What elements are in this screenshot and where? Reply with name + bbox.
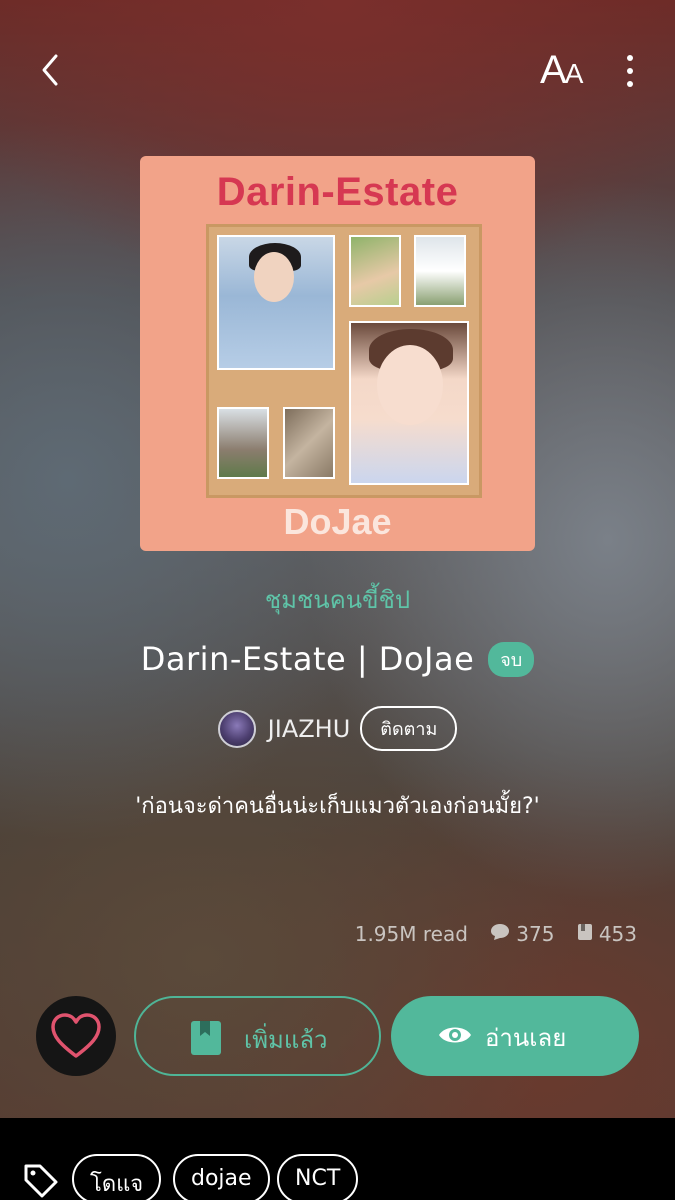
follow-button[interactable]: ติดตาม <box>360 706 458 751</box>
cover-subtitle-text: DoJae <box>283 501 392 542</box>
status-badge: จบ <box>488 641 535 677</box>
tag-chip[interactable]: dojae <box>173 1154 270 1200</box>
bookmark-icon <box>191 1021 221 1055</box>
author-name[interactable]: JIAZHU <box>268 715 351 743</box>
library-count: 453 <box>598 921 637 946</box>
font-size-icon: A <box>540 48 567 92</box>
add-to-library-label: เพิ่มแล้ว <box>244 1026 328 1054</box>
cover-photo-portrait-large <box>349 321 469 485</box>
top-bar: AA <box>0 40 675 100</box>
vote-button[interactable] <box>36 996 116 1076</box>
story-tagline: 'ก่อนจะด่าคนอื่นน่ะเก็บแมวตัวเองก่อนมั้ย… <box>135 794 540 819</box>
font-size-button[interactable]: AA <box>540 48 590 92</box>
cover-collage <box>206 224 482 498</box>
story-category-link[interactable]: ชุมชนคนขี้ชิป <box>0 580 675 619</box>
author-row: JIAZHU ติดตาม <box>0 706 675 751</box>
library-icon <box>577 922 593 946</box>
read-now-label: อ่านเลย <box>485 1024 567 1052</box>
add-to-library-button[interactable]: เพิ่มแล้ว <box>134 996 381 1076</box>
tag-chip[interactable]: NCT <box>277 1154 359 1200</box>
comment-count: 375 <box>516 921 555 946</box>
read-now-button[interactable]: อ่านเลย <box>391 996 639 1076</box>
story-cover-image[interactable]: Darin-Estate DoJae <box>140 156 535 551</box>
back-arrow-icon <box>42 54 58 86</box>
more-options-button[interactable] <box>618 52 642 92</box>
cover-title-text: Darin-Estate <box>216 170 459 214</box>
cover-photo-hands <box>349 235 401 307</box>
cover-photo-house-small <box>217 407 269 479</box>
tag-chip[interactable]: โดแจ <box>72 1154 162 1200</box>
story-title-row: Darin-Estate | DoJae จบ <box>0 640 675 678</box>
read-count: 1.95M read <box>354 921 468 946</box>
font-size-icon-small: A <box>564 58 584 89</box>
story-title: Darin-Estate | DoJae <box>140 640 475 678</box>
cover-photo-cat <box>283 407 335 479</box>
eye-icon <box>439 1027 471 1043</box>
story-stats: 1.95M read 375 453 <box>355 920 637 946</box>
tag-icon <box>24 1164 58 1198</box>
back-button[interactable] <box>36 50 66 90</box>
cover-photo-house <box>414 235 466 307</box>
comment-icon <box>490 922 510 946</box>
cover-photo-portrait <box>217 235 335 370</box>
more-vertical-icon <box>618 55 642 87</box>
author-avatar[interactable] <box>217 709 256 748</box>
heart-icon <box>51 1013 101 1058</box>
tags-bar: โดแจ dojae NCT <box>0 1118 675 1200</box>
